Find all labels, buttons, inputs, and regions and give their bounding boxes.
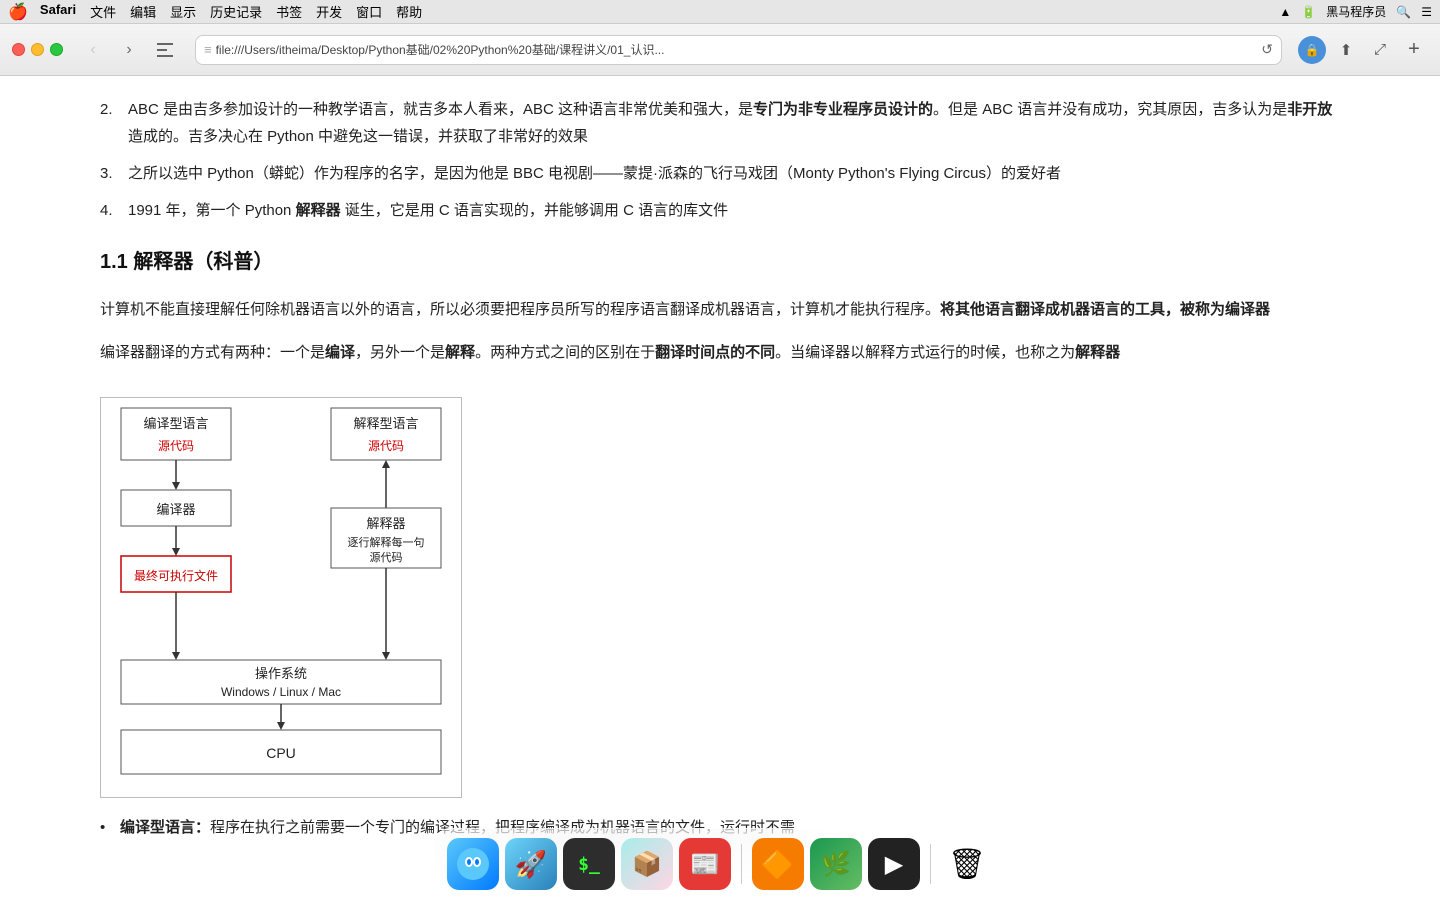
content-list: 2. ABC 是由吉多参加设计的一种教学语言，就吉多本人看来，ABC 这种语言非… <box>100 96 1340 224</box>
reload-button[interactable]: ↺ <box>1261 41 1273 58</box>
apple-menu-icon[interactable]: 🍎 <box>8 2 28 22</box>
menu-develop[interactable]: 开发 <box>316 2 342 21</box>
dock-icon-mplayerx[interactable]: ▶ <box>868 838 920 890</box>
svg-text:源代码: 源代码 <box>158 439 194 453</box>
minimize-button[interactable] <box>31 43 44 56</box>
svg-text:CPU: CPU <box>266 745 296 761</box>
menu-view[interactable]: 显示 <box>170 2 196 21</box>
svg-text:逐行解释每一句: 逐行解释每一句 <box>348 535 425 549</box>
browser-content: 2. ABC 是由吉多参加设计的一种教学语言，就吉多本人看来，ABC 这种语言非… <box>0 76 1440 900</box>
zoom-button[interactable]: ⤢ <box>1366 36 1394 64</box>
section-1-1-heading: 1.1 解释器（科普） <box>100 244 1340 280</box>
list-num-3: 3. <box>100 160 120 187</box>
dock-icon-launchpad[interactable]: 🚀 <box>505 838 557 890</box>
dock: 🚀 $_ 📦 📰 🔶 🌿 ▶ 🗑 <box>434 828 1006 900</box>
maximize-button[interactable] <box>50 43 63 56</box>
newtab-button[interactable]: + <box>1400 36 1428 64</box>
user-label: 黑马程序员 <box>1326 3 1386 20</box>
menubar: 🍎 Safari 文件 编辑 显示 历史记录 书签 开发 窗口 帮助 ▲ 🔋 黑… <box>0 0 1440 24</box>
sidebar-toggle-button[interactable] <box>151 36 179 64</box>
list-num-4: 4. <box>100 197 120 224</box>
back-button[interactable]: ‹ <box>79 36 107 64</box>
search-icon[interactable]: 🔍 <box>1396 5 1411 19</box>
dock-separator-2 <box>930 844 931 884</box>
interpreter-diagram: 编译型语言 源代码 编译器 最终可执行文件 <box>100 397 462 798</box>
paragraph-1: 计算机不能直接理解任何除机器语言以外的语言，所以必须要把程序员所写的程序语言翻译… <box>100 296 1340 325</box>
dock-icon-finder[interactable] <box>447 838 499 890</box>
menu-items: Safari 文件 编辑 显示 历史记录 书签 开发 窗口 帮助 <box>40 2 422 21</box>
url-text: file:///Users/itheima/Desktop/Python基础/0… <box>216 41 1262 58</box>
dock-icon-terminal[interactable]: $_ <box>563 838 615 890</box>
browser-window: ‹ › ≡ file:///Users/itheima/Desktop/Pyth… <box>0 24 1440 900</box>
share-button[interactable]: ⬆ <box>1332 36 1360 64</box>
svg-text:Windows / Linux / Mac: Windows / Linux / Mac <box>221 685 341 699</box>
menu-window[interactable]: 窗口 <box>356 2 382 21</box>
list-text-3: 之所以选中 Python（蟒蛇）作为程序的名字，是因为他是 BBC 电视剧——蒙… <box>128 160 1061 187</box>
reader-icon: ≡ <box>204 42 212 57</box>
close-button[interactable] <box>12 43 25 56</box>
toolbar-right: 🔒 ⬆ ⤢ + <box>1298 36 1428 64</box>
list-item-3: 3. 之所以选中 Python（蟒蛇）作为程序的名字，是因为他是 BBC 电视剧… <box>100 160 1340 187</box>
menu-help[interactable]: 帮助 <box>396 2 422 21</box>
list-item-2: 2. ABC 是由吉多参加设计的一种教学语言，就吉多本人看来，ABC 这种语言非… <box>100 96 1340 150</box>
control-icon[interactable]: ☰ <box>1421 5 1432 19</box>
menubar-right: ▲ 🔋 黑马程序员 🔍 ☰ <box>1279 3 1432 20</box>
svg-text:编译器: 编译器 <box>156 502 195 517</box>
dock-separator <box>741 844 742 884</box>
menu-edit[interactable]: 编辑 <box>130 2 156 21</box>
list-item-4: 4. 1991 年，第一个 Python 解释器 诞生，它是用 C 语言实现的，… <box>100 197 1340 224</box>
dock-icon-vlc[interactable]: 🔶 <box>752 838 804 890</box>
wifi-icon: ▲ <box>1279 5 1291 19</box>
shield-button[interactable]: 🔒 <box>1298 36 1326 64</box>
dock-icon-flipboard[interactable]: 📰 <box>679 838 731 890</box>
dock-icon-sourcetree[interactable]: 🌿 <box>810 838 862 890</box>
battery-icon: 🔋 <box>1301 5 1316 19</box>
bullet-dot: • <box>100 814 112 841</box>
list-text-4: 1991 年，第一个 Python 解释器 诞生，它是用 C 语言实现的，并能够… <box>128 197 728 224</box>
list-num-2: 2. <box>100 96 120 150</box>
traffic-lights <box>12 43 63 56</box>
svg-text:解释型语言: 解释型语言 <box>353 416 418 431</box>
svg-text:解释器: 解释器 <box>366 516 405 531</box>
list-text-2: ABC 是由吉多参加设计的一种教学语言，就吉多本人看来，ABC 这种语言非常优美… <box>128 96 1340 150</box>
svg-text:操作系统: 操作系统 <box>255 666 307 681</box>
paragraph-2: 编译器翻译的方式有两种：一个是编译，另外一个是解释。两种方式之间的区别在于翻译时… <box>100 339 1340 368</box>
browser-toolbar: ‹ › ≡ file:///Users/itheima/Desktop/Pyth… <box>0 24 1440 76</box>
dock-icon-trash[interactable]: 🗑 <box>941 838 993 890</box>
svg-text:编译型语言: 编译型语言 <box>143 416 208 431</box>
menu-bookmarks[interactable]: 书签 <box>276 2 302 21</box>
menu-history[interactable]: 历史记录 <box>210 2 262 21</box>
svg-text:最终可执行文件: 最终可执行文件 <box>134 568 218 583</box>
svg-text:源代码: 源代码 <box>370 550 403 564</box>
address-bar[interactable]: ≡ file:///Users/itheima/Desktop/Python基础… <box>195 35 1282 65</box>
forward-button[interactable]: › <box>115 36 143 64</box>
menu-safari[interactable]: Safari <box>40 2 76 21</box>
menu-file[interactable]: 文件 <box>90 2 116 21</box>
svg-text:源代码: 源代码 <box>368 439 404 453</box>
document-area[interactable]: 2. ABC 是由吉多参加设计的一种教学语言，就吉多本人看来，ABC 这种语言非… <box>0 76 1440 900</box>
dock-icon-caprine[interactable]: 📦 <box>621 838 673 890</box>
